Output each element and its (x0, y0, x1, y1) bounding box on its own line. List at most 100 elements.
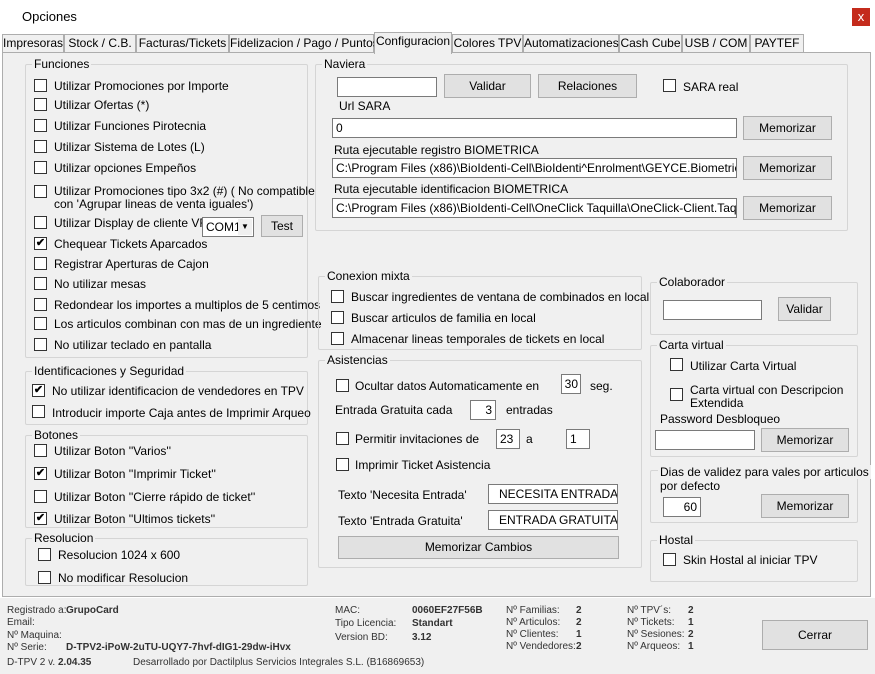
display-vfd-checkbox[interactable] (34, 216, 47, 229)
carta-virtual-title: Carta virtual (657, 338, 726, 352)
imprimir-asistencia-checkbox[interactable] (336, 458, 349, 471)
no-teclado-checkbox[interactable] (34, 338, 47, 351)
version-value: 2.04.35 (58, 657, 92, 668)
tab-automatizaciones[interactable]: Automatizaciones (523, 34, 619, 53)
skin-hostal-checkbox[interactable] (663, 553, 676, 566)
relaciones-button[interactable]: Relaciones (538, 74, 637, 98)
dias-validez-title: Dias de validez para vales por articulos (658, 465, 871, 479)
boton-cierre-checkbox[interactable] (34, 490, 47, 503)
redondear-checkbox[interactable] (34, 298, 47, 311)
articulos-value: 2 (576, 617, 582, 628)
registrado-label: Registrado a: (7, 605, 67, 616)
tab-impresoras[interactable]: Impresoras (2, 34, 64, 53)
no-modificar-resolucion-checkbox[interactable] (38, 571, 51, 584)
boton-imprimir-checkbox[interactable]: ✔ (34, 467, 47, 480)
sesiones-value: 2 (688, 629, 694, 640)
no-identificacion-checkbox[interactable]: ✔ (32, 384, 45, 397)
password-desbloqueo-input[interactable] (655, 430, 755, 450)
tab-usb-com[interactable]: USB / COM (682, 34, 750, 53)
conexion-mixta-title: Conexion mixta (325, 269, 412, 283)
identificaciones-title: Identificaciones y Seguridad (32, 364, 187, 378)
url-sara-input[interactable]: 0 (332, 118, 737, 138)
tab-colores-tpv[interactable]: Colores TPV (452, 34, 523, 53)
tickets-label: Nº Tickets: (627, 617, 675, 628)
invitaciones-from-input[interactable]: 23 (496, 429, 520, 449)
promociones-importe-checkbox[interactable] (34, 79, 47, 92)
boton-varios-checkbox[interactable] (34, 444, 47, 457)
bio-registro-input[interactable]: C:\Program Files (x86)\BioIdenti-Cell\Bi… (332, 158, 737, 178)
tab-facturas[interactable]: Facturas/Tickets (136, 34, 229, 53)
permitir-invitaciones-checkbox[interactable] (336, 432, 349, 445)
funciones-title: Funciones (32, 57, 92, 71)
pirotecnia-checkbox[interactable] (34, 119, 47, 132)
tab-cash-cube[interactable]: Cash Cube (619, 34, 682, 53)
familia-local-checkbox[interactable] (331, 311, 344, 324)
carta-memorizar-button[interactable]: Memorizar (761, 428, 849, 452)
carta-descripcion-checkbox[interactable] (670, 388, 683, 401)
lineas-temporales-checkbox[interactable] (331, 332, 344, 345)
bio-identificacion-input[interactable]: C:\Program Files (x86)\BioIdenti-Cell\On… (332, 198, 737, 218)
bio-registro-label: Ruta ejecutable registro BIOMETRICA (334, 143, 539, 157)
window-title: Opciones (22, 9, 77, 24)
test-button[interactable]: Test (261, 215, 303, 237)
dias-validez-input[interactable]: 60 (663, 497, 701, 517)
tab-configuracion[interactable]: Configuracion (374, 32, 452, 54)
naviera-title: Naviera (322, 57, 368, 71)
invitaciones-to-input[interactable]: 1 (566, 429, 590, 449)
tab-paytef[interactable]: PAYTEF (750, 34, 804, 53)
resolucion-1024-checkbox[interactable] (38, 548, 51, 561)
licencia-value: Standart (412, 618, 453, 629)
password-desbloqueo-label: Password Desbloqueo (660, 412, 781, 426)
texto-gratuita-input[interactable]: ENTRADA GRATUITA (488, 510, 618, 530)
dias-memorizar-button[interactable]: Memorizar (761, 494, 849, 518)
sara-real-checkbox[interactable] (663, 79, 676, 92)
tab-stock[interactable]: Stock / C.B. (64, 34, 136, 53)
carta-descripcion-label-line2: Extendida (690, 396, 744, 410)
display-vfd-label: Utilizar Display de cliente VFD (54, 216, 216, 230)
no-mesas-checkbox[interactable] (34, 277, 47, 290)
bio-identificacion-memorizar-button[interactable]: Memorizar (743, 196, 832, 220)
tab-strip: Impresoras Stock / C.B. Facturas/Tickets… (0, 32, 875, 54)
registrado-value: GrupoCard (66, 605, 119, 616)
ofertas-checkbox[interactable] (34, 98, 47, 111)
version-label: D-TPV 2 v. (7, 657, 56, 668)
url-memorizar-button[interactable]: Memorizar (743, 116, 832, 140)
com-port-select[interactable]: COM1 ▼ (202, 217, 254, 237)
empenos-checkbox[interactable] (34, 161, 47, 174)
entrada-gratuita-input[interactable]: 3 (470, 400, 496, 420)
ocultar-datos-checkbox[interactable] (336, 379, 349, 392)
sara-real-label: SARA real (683, 80, 739, 94)
carta-descripcion-label: Carta virtual con Descripcion (690, 383, 844, 397)
entradas-label: entradas (506, 403, 553, 417)
naviera-validar-button[interactable]: Validar (444, 74, 531, 98)
tab-fidelizacion[interactable]: Fidelizacion / Pago / Puntos (229, 34, 379, 53)
importe-caja-checkbox[interactable] (32, 405, 45, 418)
imprimir-asistencia-label: Imprimir Ticket Asistencia (355, 458, 491, 472)
lotes-checkbox[interactable] (34, 140, 47, 153)
com-port-value: COM1 (206, 220, 241, 234)
utilizar-carta-checkbox[interactable] (670, 358, 683, 371)
texto-necesita-input[interactable]: NECESITA ENTRADA (488, 484, 618, 504)
aperturas-cajon-checkbox[interactable] (34, 257, 47, 270)
tpvs-value: 2 (688, 605, 694, 616)
bio-registro-memorizar-button[interactable]: Memorizar (743, 156, 832, 180)
colaborador-validar-button[interactable]: Validar (778, 297, 831, 321)
promociones-3x2-checkbox[interactable] (34, 185, 47, 198)
colaborador-input[interactable] (663, 300, 762, 320)
vendedores-value: 2 (576, 641, 582, 652)
close-button[interactable]: x (852, 8, 870, 26)
bio-identificacion-label: Ruta ejecutable identificacion BIOMETRIC… (334, 182, 569, 196)
naviera-code-input[interactable] (337, 77, 437, 97)
cerrar-button[interactable]: Cerrar (762, 620, 868, 650)
seg-label: seg. (590, 379, 613, 393)
ingredientes-local-checkbox[interactable] (331, 290, 344, 303)
memorizar-cambios-button[interactable]: Memorizar Cambios (338, 536, 619, 559)
chevron-down-icon[interactable]: ▼ (238, 219, 252, 235)
ocultar-seconds-input[interactable]: 30 (561, 374, 581, 394)
arqueos-value: 1 (688, 641, 694, 652)
chequear-tickets-checkbox[interactable]: ✔ (34, 237, 47, 250)
combinan-checkbox[interactable] (34, 317, 47, 330)
asistencias-title: Asistencias (325, 353, 390, 367)
vendedores-label: Nº Vendedores: (506, 641, 576, 652)
boton-ultimos-checkbox[interactable]: ✔ (34, 512, 47, 525)
